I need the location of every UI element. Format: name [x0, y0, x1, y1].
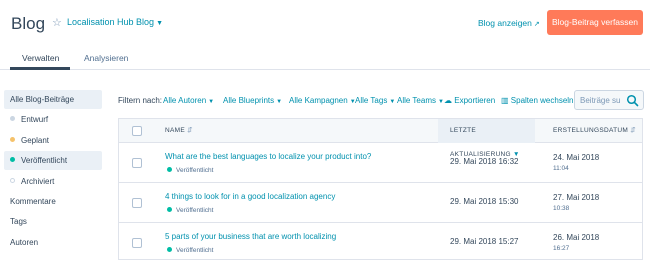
- sidebar-item-published[interactable]: Veröffentlicht: [4, 151, 102, 170]
- sidebar-item-label: Veröffentlicht: [21, 156, 68, 165]
- tab-bar: Verwalten Analysieren: [0, 44, 650, 70]
- sidebar-item-label: Alle Blog-Beiträge: [10, 95, 75, 104]
- sidebar-item-label: Kommentare: [10, 197, 56, 206]
- status-dot-icon: [10, 178, 15, 184]
- column-header-name[interactable]: NAME ⇵: [165, 119, 305, 143]
- status-dot-icon: [10, 116, 15, 122]
- row-checkbox[interactable]: [132, 198, 142, 208]
- chevron-down-icon: ▼: [156, 20, 163, 27]
- export-button[interactable]: ☁ Exportieren: [444, 96, 495, 105]
- chevron-down-icon: ▼: [276, 99, 283, 105]
- status-badge: Veröffentlicht: [167, 206, 214, 214]
- filter-tags[interactable]: Alle Tags ▼: [355, 96, 395, 105]
- table-row: What are the best languages to localize …: [119, 143, 642, 183]
- filter-teams-label: Alle Teams: [397, 96, 436, 105]
- sidebar-item-label: Autoren: [10, 238, 39, 247]
- updated-date: 29. Mai 2018 15:27: [450, 237, 519, 246]
- export-icon: ☁: [444, 96, 452, 105]
- column-header-label: ERSTELLUNGSDATUM: [553, 127, 629, 134]
- post-title-link[interactable]: 4 things to look for in a good localizat…: [165, 192, 335, 201]
- status-label: Veröffentlicht: [176, 247, 214, 254]
- filter-authors-label: Alle Autoren: [163, 96, 207, 105]
- column-header-updated[interactable]: LETZTE AKTUALISIERUNG ▼: [438, 119, 535, 158]
- columns-icon: ▥: [501, 96, 509, 105]
- sidebar-item-all-posts[interactable]: Alle Blog-Beiträge: [4, 90, 102, 109]
- chevron-down-icon: ▼: [389, 99, 396, 105]
- page-header: Blog ☆ Localisation Hub Blog ▼ Blog anzei…: [0, 0, 650, 44]
- export-label: Exportieren: [454, 96, 496, 105]
- sidebar-item-comments[interactable]: Kommentare: [4, 192, 102, 211]
- filter-label: Filtern nach:: [118, 96, 163, 105]
- sidebar-item-label: Geplant: [21, 136, 50, 145]
- blog-selector[interactable]: Localisation Hub Blog ▼: [67, 17, 163, 27]
- created-date: 27. Mai 2018: [553, 193, 600, 202]
- created-time: 16:27: [553, 245, 570, 252]
- chevron-down-icon: ▼: [208, 99, 215, 105]
- blog-selector-label: Localisation Hub Blog: [67, 17, 155, 27]
- created-time: 11:04: [553, 165, 569, 172]
- active-tab-indicator: [10, 67, 70, 70]
- sidebar-item-scheduled[interactable]: Geplant: [4, 131, 102, 150]
- created-time: 10:38: [553, 205, 570, 212]
- posts-table: NAME ⇵ LETZTE AKTUALISIERUNG ▼ ERSTELLUN…: [118, 118, 643, 260]
- view-blog-label: Blog anzeigen: [478, 18, 532, 28]
- select-all-checkbox[interactable]: [132, 126, 142, 136]
- search-icon[interactable]: [626, 94, 639, 107]
- post-title-link[interactable]: What are the best languages to localize …: [165, 152, 371, 161]
- sidebar-item-label: Tags: [10, 217, 27, 226]
- published-dot-icon: [167, 246, 172, 252]
- status-badge: Veröffentlicht: [167, 166, 214, 174]
- sort-icon: ⇵: [630, 127, 636, 134]
- sort-icon: ⇵: [187, 127, 193, 134]
- published-dot-icon: [167, 166, 172, 172]
- filter-teams[interactable]: Alle Teams ▼: [397, 96, 444, 105]
- search-input[interactable]: [580, 94, 624, 107]
- filter-campaigns[interactable]: Alle Kampagnen ▼: [289, 96, 356, 105]
- row-checkbox[interactable]: [132, 158, 142, 168]
- filter-blueprints[interactable]: Alle Blueprints ▼: [223, 96, 282, 105]
- filter-campaigns-label: Alle Kampagnen: [289, 96, 348, 105]
- sidebar-item-authors[interactable]: Autoren: [4, 233, 102, 252]
- filter-tags-label: Alle Tags: [355, 96, 388, 105]
- published-dot-icon: [167, 206, 172, 212]
- status-label: Veröffentlicht: [176, 167, 214, 174]
- star-icon[interactable]: ☆: [52, 16, 62, 29]
- post-title-link[interactable]: 5 parts of your business that are worth …: [165, 232, 336, 241]
- status-badge: Veröffentlicht: [167, 246, 214, 254]
- view-blog-link[interactable]: Blog anzeigen ↗: [478, 18, 540, 28]
- filter-blueprints-label: Alle Blueprints: [223, 96, 275, 105]
- created-date: 24. Mai 2018: [553, 153, 600, 162]
- updated-date: 29. Mai 2018 15:30: [450, 197, 519, 206]
- table-row: 4 things to look for in a good localizat…: [119, 183, 642, 223]
- sidebar-item-tags[interactable]: Tags: [4, 212, 102, 231]
- sidebar-item-archived[interactable]: Archiviert: [4, 172, 102, 191]
- status-dot-icon: [10, 137, 15, 143]
- tab-manage[interactable]: Verwalten: [22, 53, 59, 63]
- column-header-label: NAME: [165, 127, 185, 134]
- row-checkbox[interactable]: [132, 238, 142, 248]
- tab-analyze[interactable]: Analysieren: [84, 53, 128, 63]
- write-post-button[interactable]: Blog-Beitrag verfassen: [547, 10, 643, 35]
- created-date: 26. Mai 2018: [553, 233, 600, 242]
- status-dot-icon: [10, 157, 15, 163]
- table-header: NAME ⇵ LETZTE AKTUALISIERUNG ▼ ERSTELLUN…: [119, 119, 642, 158]
- external-link-icon: ↗: [533, 21, 540, 28]
- filter-authors[interactable]: Alle Autoren ▼: [163, 96, 214, 105]
- column-header-created[interactable]: ERSTELLUNGSDATUM ⇵: [535, 119, 642, 143]
- updated-date: 29. Mai 2018 16:32: [450, 157, 519, 166]
- switch-columns-button[interactable]: ▥ Spalten wechseln: [501, 96, 574, 105]
- sidebar-item-label: Archiviert: [21, 177, 55, 186]
- table-row: 5 parts of your business that are worth …: [119, 223, 642, 263]
- sidebar-item-draft[interactable]: Entwurf: [4, 110, 102, 129]
- search-box: [574, 90, 644, 110]
- filter-bar: Filtern nach: Alle Autoren ▼ Alle Bluepri…: [118, 90, 648, 112]
- page-title: Blog: [11, 14, 46, 33]
- switch-columns-label: Spalten wechseln: [510, 96, 574, 105]
- sidebar-item-label: Entwurf: [21, 115, 49, 124]
- status-label: Veröffentlicht: [176, 207, 214, 214]
